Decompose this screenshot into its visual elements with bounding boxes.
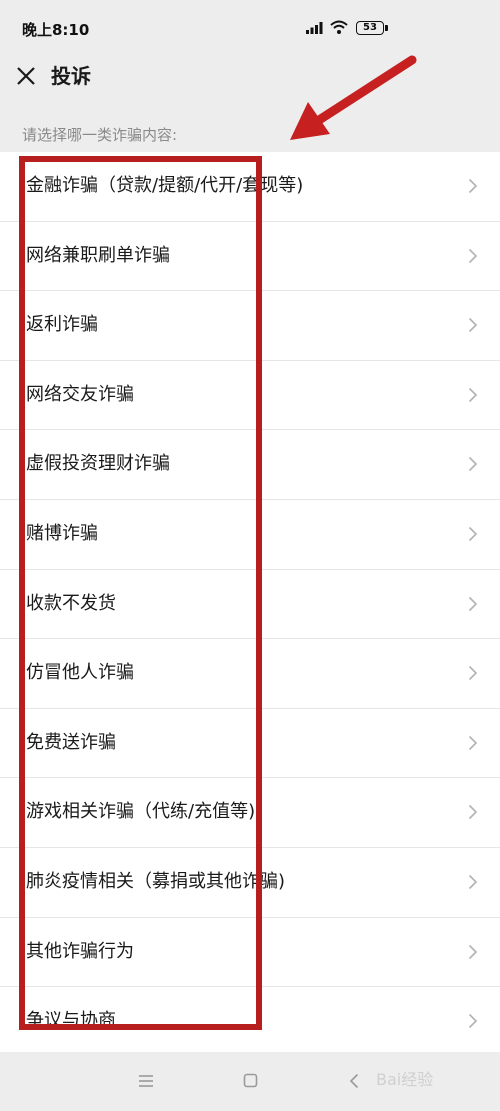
top-bar: 投诉 [0,56,500,108]
list-item-gambling-fraud[interactable]: 赌博诈骗 [0,499,500,570]
list-item-label: 其他诈骗行为 [26,940,134,962]
chevron-right-icon [468,318,478,333]
chevron-right-icon [468,805,478,820]
chevron-right-icon [468,457,478,472]
list-item-epidemic-fraud[interactable]: 肺炎疫情相关（募捐或其他诈骗) [0,847,500,918]
category-list: 金融诈骗（贷款/提额/代开/套现等) 网络兼职刷单诈骗 返利诈骗 网络交友诈骗 … [0,152,500,1057]
list-item-label: 游戏相关诈骗（代练/充值等) [26,801,256,823]
chevron-right-icon [468,178,478,194]
chevron-right-icon [468,874,478,890]
wifi-icon [330,20,348,34]
chevron-right-icon [468,1014,478,1029]
chevron-right-icon [468,596,478,611]
list-item-label: 肺炎疫情相关（募捐或其他诈骗) [26,870,286,892]
list-item-label: 收款不发货 [26,592,116,614]
chevron-right-icon [468,666,478,681]
watermark: Bai经验 [376,1070,434,1089]
list-item-dating-fraud[interactable]: 网络交友诈骗 [0,360,500,431]
battery-tip [385,25,388,31]
chevron-right-icon [468,944,478,959]
close-icon[interactable] [12,62,40,90]
list-item-other-fraud[interactable]: 其他诈骗行为 [0,917,500,988]
menu-icon[interactable] [138,1074,154,1088]
system-nav-bar: Bai经验 [0,1052,500,1111]
signal-icon [306,22,323,34]
chevron-right-icon [468,248,478,263]
chevron-right-icon [468,526,478,542]
list-item-impersonation-fraud[interactable]: 仿冒他人诈骗 [0,639,500,709]
home-icon[interactable] [243,1073,258,1088]
list-item-free-gift-fraud[interactable]: 免费送诈骗 [0,708,500,779]
back-icon[interactable] [349,1073,359,1089]
list-item-label: 返利诈骗 [26,314,98,336]
chevron-right-icon [468,387,478,402]
list-item-part-time-fraud[interactable]: 网络兼职刷单诈骗 [0,221,500,292]
list-item-dispute[interactable]: 争议与协商 [0,987,500,1057]
list-item-label: 争议与协商 [26,1010,116,1032]
page-title: 投诉 [51,64,91,88]
chevron-right-icon [468,735,478,750]
list-item-label: 网络兼职刷单诈骗 [26,244,170,266]
list-item-label: 仿冒他人诈骗 [26,662,134,684]
list-item-label: 免费送诈骗 [26,731,116,753]
list-item-label: 虚假投资理财诈骗 [26,453,170,475]
status-time: 晚上8:10 [22,21,90,39]
list-item-investment-fraud[interactable]: 虚假投资理财诈骗 [0,430,500,500]
list-item-rebate-fraud[interactable]: 返利诈骗 [0,291,500,361]
list-item-label: 金融诈骗（贷款/提额/代开/套现等) [26,175,304,196]
battery-icon: 53 [356,21,384,35]
section-hint: 请选择哪一类诈骗内容: [22,126,178,144]
list-item-financial-fraud[interactable]: 金融诈骗（贷款/提额/代开/套现等) [0,152,500,222]
status-bar: 晚上8:10 53 [0,0,500,56]
list-item-no-delivery[interactable]: 收款不发货 [0,569,500,640]
list-item-game-fraud[interactable]: 游戏相关诈骗（代练/充值等) [0,778,500,848]
list-item-label: 赌博诈骗 [26,522,98,544]
list-item-label: 网络交友诈骗 [26,383,134,405]
